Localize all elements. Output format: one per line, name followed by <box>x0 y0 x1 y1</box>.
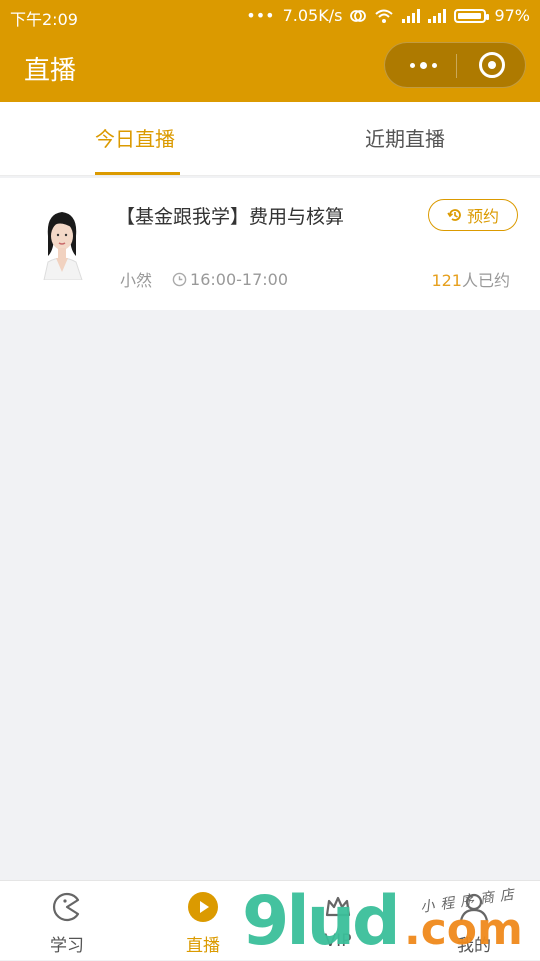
close-mini-program-icon[interactable] <box>479 52 505 78</box>
more-dot-icon <box>431 62 437 68</box>
nav-label-mine: 我的 <box>457 936 491 956</box>
status-right: ••• 7.05K/s 97% <box>246 6 530 25</box>
nav-label-vip: VIP <box>324 931 352 951</box>
network-speed: 7.05K/s <box>282 6 343 25</box>
nav-item-vip[interactable]: VIP <box>288 881 388 961</box>
reservation-number: 121 <box>431 271 462 290</box>
signal-icon-2 <box>428 8 447 23</box>
play-circle-icon <box>188 892 218 922</box>
reservation-count: 121人已约 <box>431 267 510 291</box>
pacman-icon <box>53 892 80 922</box>
status-bar: 下午2:09 ••• 7.05K/s 97% <box>0 0 540 32</box>
nav-label-live: 直播 <box>186 936 220 956</box>
user-icon <box>459 893 489 922</box>
reservation-suffix: 人已约 <box>461 271 510 290</box>
more-menu-button[interactable] <box>403 53 443 77</box>
live-meta: 小然 16:00-17:00 <box>120 267 288 291</box>
host-avatar <box>30 206 94 280</box>
more-dots-icon: ••• <box>246 6 275 25</box>
battery-icon <box>454 8 490 23</box>
live-title: 【基金跟我学】费用与核算 <box>116 206 345 228</box>
mini-program-capsule <box>384 42 526 88</box>
capsule-divider <box>456 54 457 78</box>
live-list-item[interactable]: 【基金跟我学】费用与核算 预约 小然 16:00-17:00 121人已约 <box>0 178 540 310</box>
nav-label-study: 学习 <box>50 936 84 956</box>
page-title: 直播 <box>24 56 77 86</box>
clock-history-icon <box>447 209 461 221</box>
crown-icon <box>325 896 351 917</box>
sync-icon <box>350 9 367 22</box>
app-header: 直播 <box>0 32 540 102</box>
more-dot-icon <box>419 61 427 69</box>
battery-percent: 97% <box>494 6 530 25</box>
live-time: 16:00-17:00 <box>190 269 289 289</box>
nav-item-live[interactable]: 直播 <box>153 881 253 961</box>
active-tab-indicator <box>95 172 180 175</box>
tab-bar: 今日直播 近期直播 <box>0 102 540 176</box>
more-dot-icon <box>409 62 415 68</box>
bottom-nav: 学习 直播 VIP 我的 <box>0 880 540 960</box>
nav-item-mine[interactable]: 我的 <box>424 881 524 961</box>
clock-icon <box>172 272 187 286</box>
host-name: 小然 <box>120 271 153 290</box>
wifi-icon <box>375 9 394 23</box>
reserve-button[interactable]: 预约 <box>428 199 518 231</box>
status-time: 下午2:09 <box>10 10 78 29</box>
tab-today-live[interactable]: 今日直播 <box>0 102 270 176</box>
nav-item-study[interactable]: 学习 <box>17 881 117 961</box>
signal-icon <box>402 8 421 23</box>
reserve-label: 预约 <box>466 207 499 226</box>
tab-upcoming-live[interactable]: 近期直播 <box>270 102 540 176</box>
